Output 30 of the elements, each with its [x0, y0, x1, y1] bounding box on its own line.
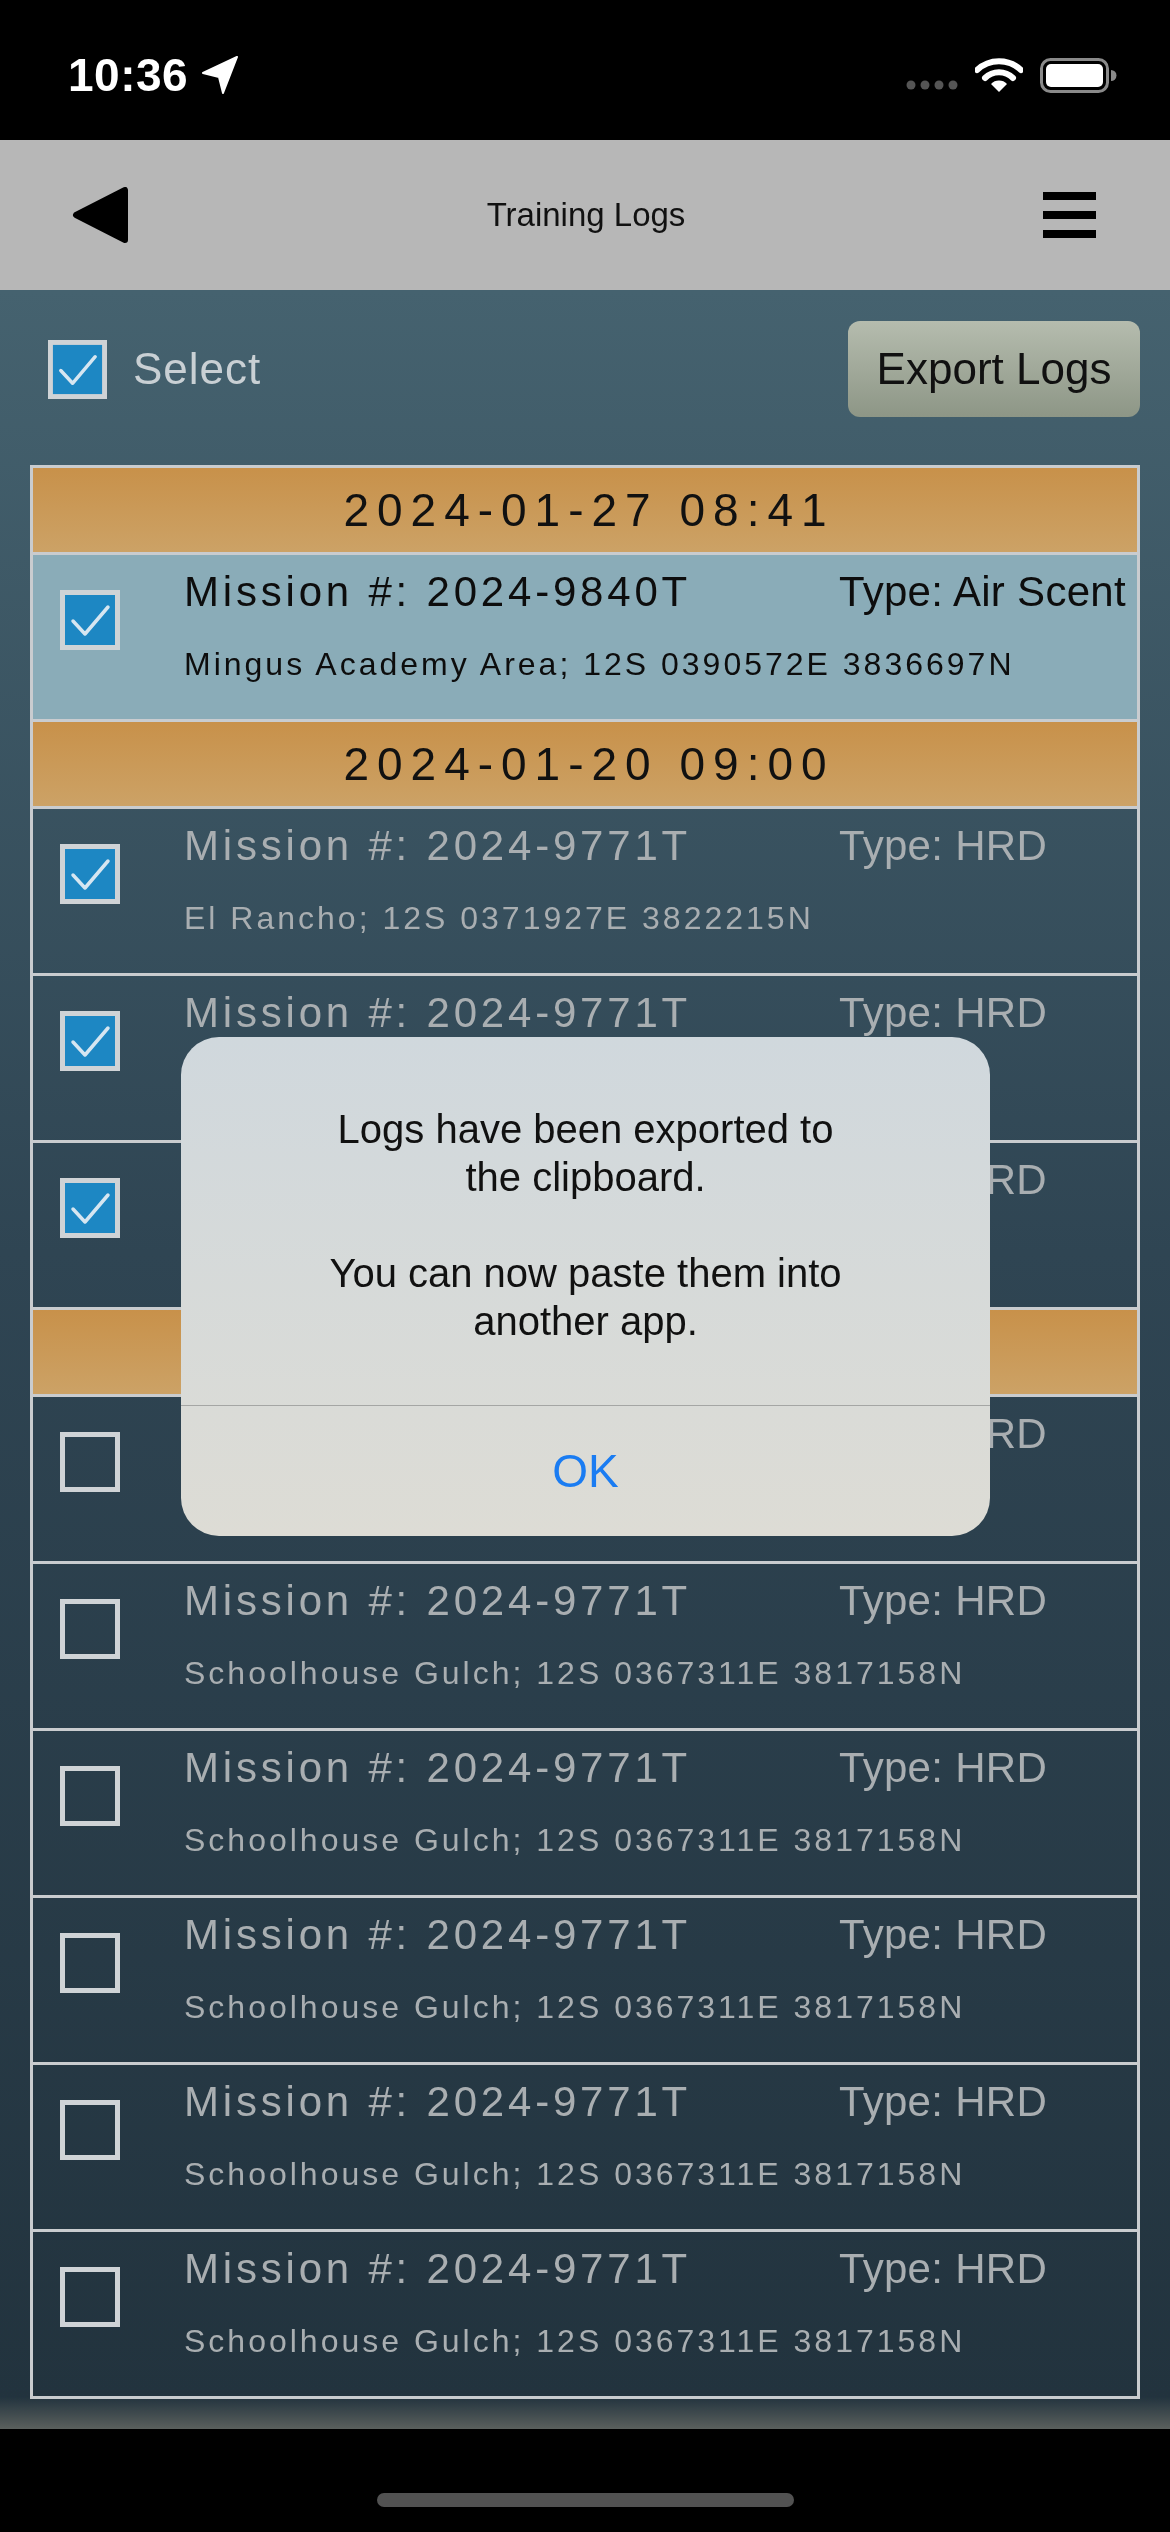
mission-type: Type: HRD	[839, 2078, 1048, 2125]
mission-number: Mission #: 2024-9840T	[184, 568, 692, 615]
mission-type: RD	[985, 1156, 1047, 1203]
location-text: El Rancho; 12S 0371927E 3822215N	[184, 900, 814, 936]
location-text: Schoolhouse Gulch; 12S 0367311E 3817158N	[184, 1655, 966, 1691]
mission-number: Mission #: 2024-9771T	[184, 1744, 692, 1791]
alert-message: Logs have been exported to the clipboard. You can now paste them into another app.	[328, 1106, 843, 1345]
mission-number: Mission #: 2024-9771T	[184, 1911, 692, 1958]
mission-number: Mission #: 2024-9771T	[184, 1577, 692, 1624]
mission-number: Mission #: 2024-9771T	[184, 2245, 692, 2292]
status-time: 10:36	[68, 50, 189, 100]
location-text: Schoolhouse Gulch; 12S 0367311E 3817158N	[184, 1822, 966, 1858]
select-label: Select	[133, 344, 262, 394]
mission-number: Mission #: 2024-9771T	[184, 989, 692, 1036]
location-text: Mingus Academy Area; 12S 0390572E 3836697N	[184, 646, 1015, 682]
mission-type: Type: HRD	[839, 822, 1048, 869]
date-header: 2024-01-27 08:41	[33, 465, 1137, 552]
mission-type: Type: HRD	[839, 2245, 1048, 2292]
page-title: Training Logs	[486, 195, 686, 235]
location-text: Schoolhouse Gulch; 12S 0367311E 3817158N	[184, 2323, 966, 2359]
location-text: Schoolhouse Gulch; 12S 0367311E 3817158N	[184, 2156, 966, 2192]
mission-type: Type: Air Scent	[839, 568, 1126, 615]
mission-number: Mission #: 2024-9771T	[184, 2078, 692, 2125]
mission-type: Type: HRD	[839, 989, 1048, 1036]
mission-type: Type: HRD	[839, 1577, 1048, 1624]
mission-type: Type: HRD	[839, 1911, 1048, 1958]
location-text: Schoolhouse Gulch; 12S 0367311E 3817158N	[184, 1989, 966, 2025]
mission-number: Mission #: 2024-9771T	[184, 822, 692, 869]
date-header: 2024-01-20 09:00	[33, 719, 1137, 806]
mission-type: Type: HRD	[839, 1744, 1048, 1791]
